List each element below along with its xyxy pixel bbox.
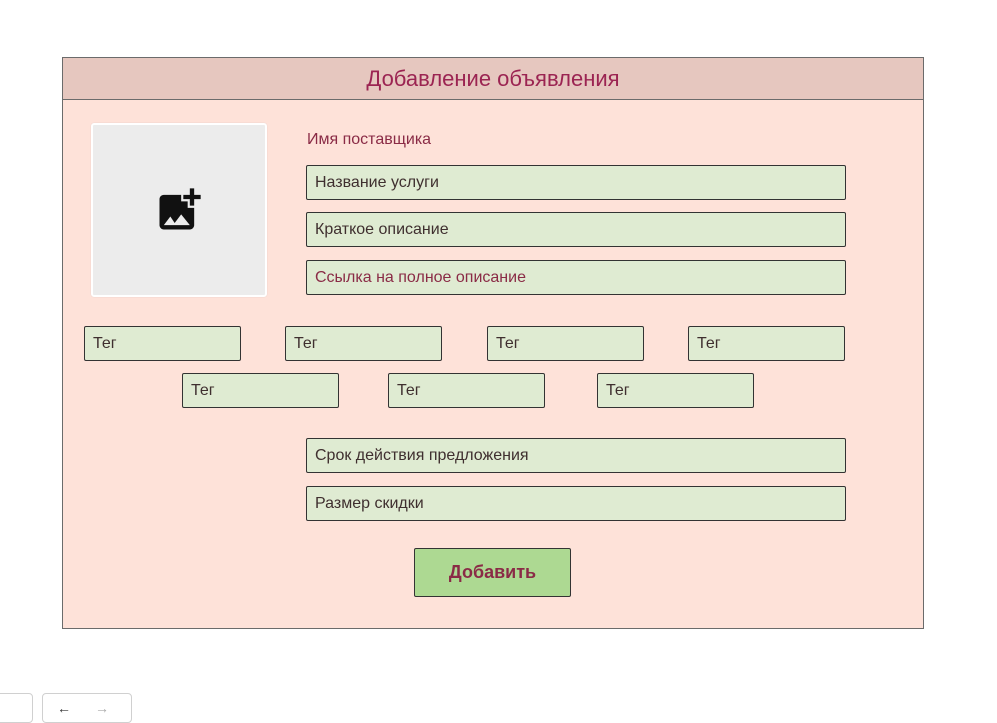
discount-size-input[interactable] <box>306 486 846 521</box>
add-photo-icon <box>159 188 201 230</box>
tag-input-7[interactable] <box>597 373 754 408</box>
tag-input-4[interactable] <box>688 326 845 361</box>
full-description-link-input[interactable] <box>306 260 846 295</box>
form-header: Добавление объявления <box>63 58 923 100</box>
form-title: Добавление объявления <box>366 65 620 91</box>
short-description-input[interactable] <box>306 212 846 247</box>
supplier-name-label: Имя поставщика <box>307 131 432 148</box>
tag-input-6[interactable] <box>388 373 545 408</box>
offer-validity-input[interactable] <box>306 438 846 473</box>
tag-input-2[interactable] <box>285 326 442 361</box>
add-button[interactable]: Добавить <box>414 548 571 597</box>
add-listing-form: Добавление объявления Имя поставщика Доб… <box>62 57 924 629</box>
image-upload-button[interactable] <box>91 123 267 297</box>
tag-input-5[interactable] <box>182 373 339 408</box>
forward-arrow-icon[interactable]: → <box>95 700 109 716</box>
browser-nav-buttons: ← → <box>42 693 132 723</box>
tag-input-3[interactable] <box>487 326 644 361</box>
browser-control[interactable] <box>0 693 33 723</box>
service-name-input[interactable] <box>306 165 846 200</box>
tag-input-1[interactable] <box>84 326 241 361</box>
back-arrow-icon[interactable]: ← <box>57 700 71 716</box>
